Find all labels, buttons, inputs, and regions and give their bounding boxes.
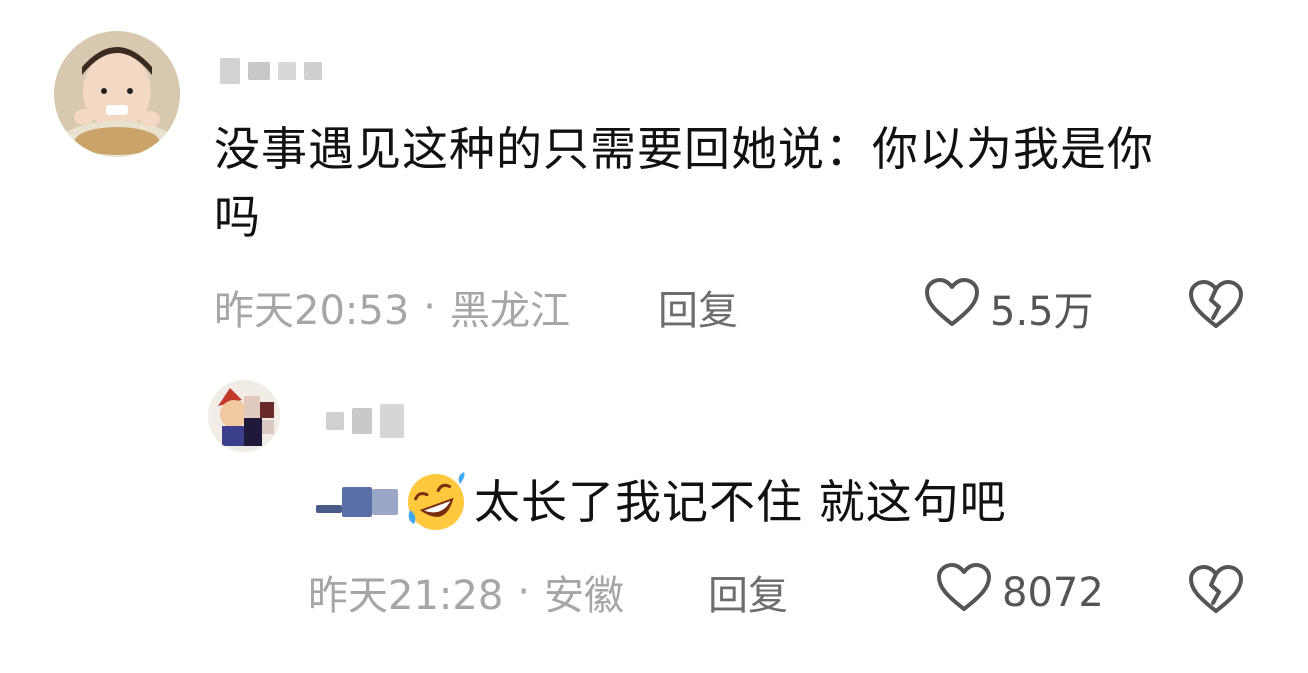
location: 黑龙江 xyxy=(450,288,570,334)
username-masked[interactable] xyxy=(220,58,322,84)
heart-outline-icon xyxy=(924,278,980,338)
comment-text: 没事遇见这种的只需要回她说：你以为我是你 吗 xyxy=(214,115,1274,251)
rofl-emoji-icon xyxy=(404,470,468,534)
avatar[interactable] xyxy=(54,31,180,157)
broken-heart-icon[interactable] xyxy=(1188,565,1244,619)
reply-button[interactable]: 回复 xyxy=(658,278,738,336)
meta-separator: · xyxy=(423,284,436,330)
like-count: 8072 xyxy=(1002,570,1104,616)
timestamp: 昨天21:28 xyxy=(308,573,504,619)
reply-target-masked[interactable] xyxy=(316,487,398,517)
like-button[interactable]: 5.5万 xyxy=(924,278,1094,338)
location: 安徽 xyxy=(544,573,624,619)
comment-item: 没事遇见这种的只需要回她说：你以为我是你 吗 昨天20:53 · 黑龙江 回复 … xyxy=(0,0,1308,360)
heart-outline-icon xyxy=(936,563,992,623)
comment-text-line: 吗 xyxy=(214,190,261,244)
meta-separator: · xyxy=(517,569,530,615)
like-button[interactable]: 8072 xyxy=(936,563,1104,623)
comment-text-line: 没事遇见这种的只需要回她说：你以为我是你 xyxy=(214,122,1154,176)
reply-item: 太长了我记不住 就这句吧 昨天21:28 · 安徽 回复 8072 xyxy=(0,360,1308,673)
broken-heart-icon[interactable] xyxy=(1188,280,1244,334)
timestamp: 昨天20:53 xyxy=(214,288,410,334)
reply-text: 太长了我记不住 就这句吧 xyxy=(474,475,1007,529)
reply-text-row: 太长了我记不住 就这句吧 xyxy=(316,468,1007,536)
comment-meta: 昨天21:28 · 安徽 xyxy=(308,563,624,621)
comment-meta: 昨天20:53 · 黑龙江 xyxy=(214,278,570,336)
like-count: 5.5万 xyxy=(990,289,1094,335)
username-masked[interactable] xyxy=(326,404,404,438)
avatar[interactable] xyxy=(208,380,280,452)
reply-button[interactable]: 回复 xyxy=(708,563,788,621)
